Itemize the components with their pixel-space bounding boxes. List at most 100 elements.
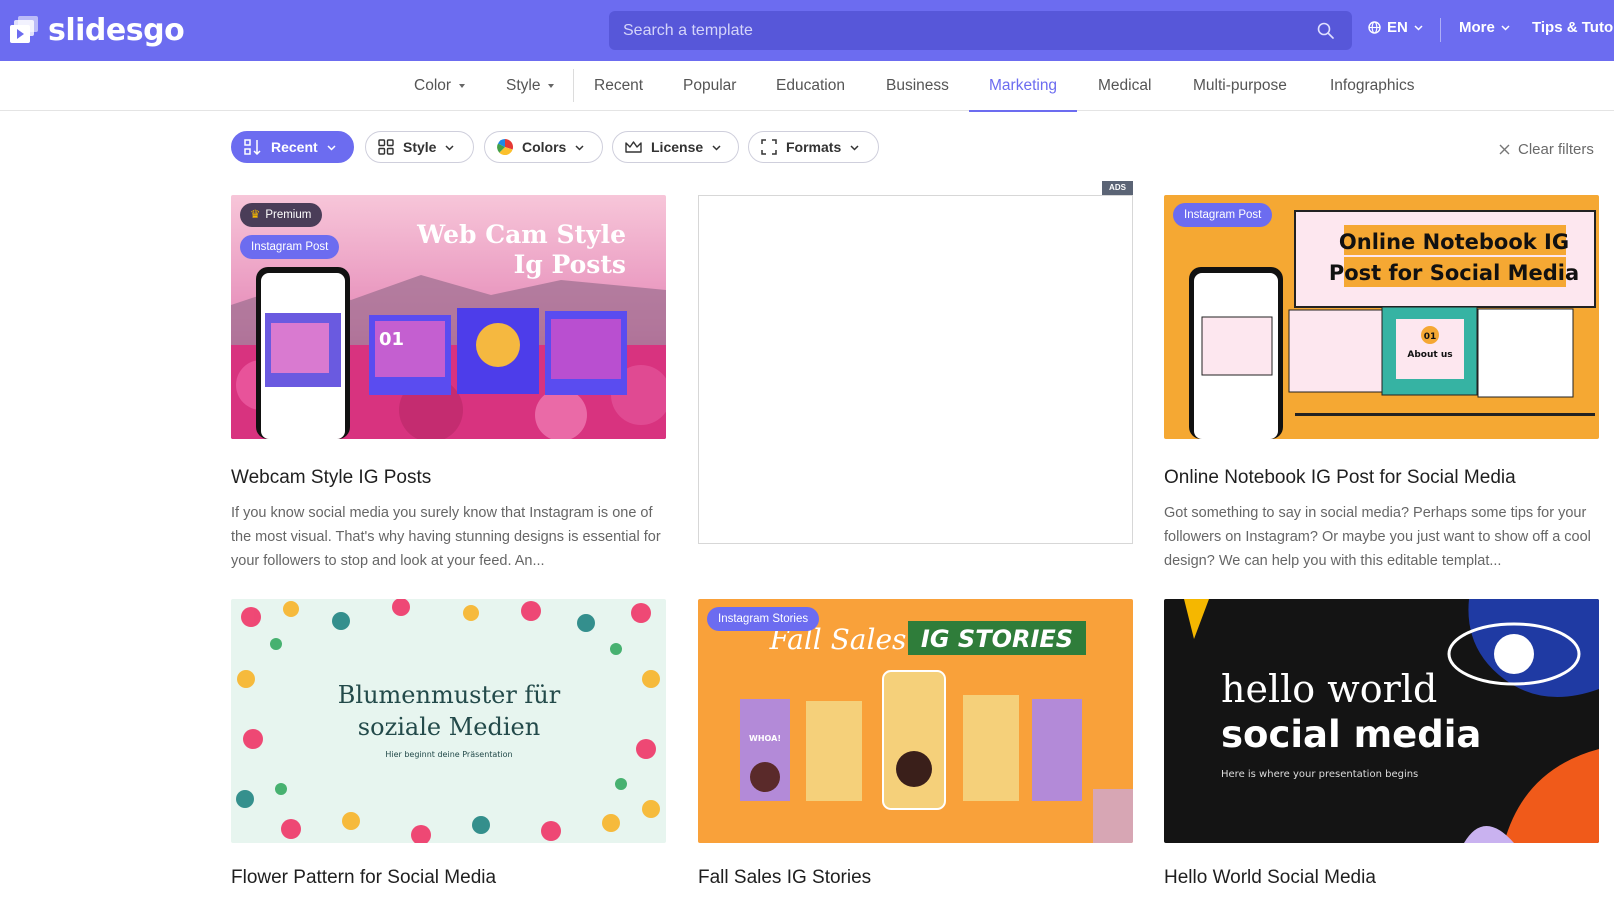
ad-slot[interactable] (698, 195, 1133, 544)
flower-pattern-preview: Blumenmuster für soziale Medien Hier beg… (231, 599, 666, 843)
template-thumbnail[interactable]: Fall Sales IG STORIES WHOA! Instagram St… (698, 599, 1133, 843)
chevron-down-icon (327, 144, 336, 151)
grid-icon (378, 139, 394, 155)
slidesgo-logo-icon (10, 16, 38, 43)
template-card[interactable]: hello world social media Here is where y… (1164, 599, 1599, 899)
sort-filter-button[interactable]: Recent (231, 131, 354, 163)
colors-filter-label: Colors (522, 139, 567, 155)
top-bar: slidesgo EN More Tips & Tuto (0, 0, 1614, 61)
color-wheel-icon (497, 139, 513, 155)
hello-world-preview: hello world social media Here is where y… (1164, 599, 1599, 843)
category-marketing[interactable]: Marketing (968, 61, 1078, 112)
template-thumbnail[interactable]: 01 Web Cam Style Ig Posts ♛ Premium Insta… (231, 195, 666, 439)
category-education[interactable]: Education (776, 61, 845, 111)
category-color[interactable]: Color (414, 61, 466, 111)
template-card[interactable]: Online Notebook IG Post for Social Media… (1164, 195, 1599, 569)
category-multi-purpose[interactable]: Multi-purpose (1193, 61, 1287, 111)
fall-sales-preview: Fall Sales IG STORIES WHOA! (698, 599, 1133, 843)
close-icon (1499, 144, 1510, 155)
style-filter-label: Style (403, 139, 437, 155)
thumb-title-line2: soziale Medien (358, 713, 540, 741)
clear-filters-label: Clear filters (1518, 141, 1594, 158)
category-label: Color (414, 77, 452, 94)
chevron-down-icon (445, 144, 454, 151)
type-badge: Instagram Post (240, 235, 340, 259)
thumb-about: About us (1407, 350, 1452, 360)
category-nav: Color Style Recent Popular Education Bus… (0, 61, 1614, 112)
thumb-title-line1: Blumenmuster für (338, 681, 561, 709)
category-medical[interactable]: Medical (1098, 61, 1151, 111)
category-divider (573, 69, 574, 102)
type-badge: Instagram Post (1173, 203, 1273, 227)
brand-logo[interactable]: slidesgo (8, 12, 185, 48)
search-bar (609, 11, 1352, 50)
thumb-title-line1: hello world (1221, 667, 1437, 711)
premium-badge-label: Premium (265, 209, 312, 221)
webcam-style-preview: 01 Web Cam Style Ig Posts (231, 195, 666, 439)
thumb-title-line1: Online Notebook IG (1339, 230, 1569, 254)
chevron-down-icon (712, 144, 721, 151)
thumb-title-line1: Web Cam Style (416, 220, 626, 249)
category-recent[interactable]: Recent (594, 61, 643, 111)
card-title[interactable]: Fall Sales IG Stories (698, 867, 871, 889)
thumb-subtitle: Here is where your presentation begins (1221, 769, 1418, 780)
thumb-number: 01 (379, 329, 404, 350)
brand-name: slidesgo (48, 12, 185, 48)
template-card[interactable]: Fall Sales IG STORIES WHOA! Instagram St… (698, 599, 1133, 899)
ads-label: ADS (1102, 181, 1133, 195)
sort-filter-label: Recent (271, 139, 318, 155)
thumb-title-line2: Ig Posts (514, 250, 626, 279)
thumb-title-line2: social media (1221, 713, 1481, 756)
card-title[interactable]: Flower Pattern for Social Media (231, 867, 496, 889)
language-label: EN (1387, 19, 1408, 36)
template-thumbnail[interactable]: Blumenmuster für soziale Medien Hier beg… (231, 599, 666, 843)
card-description: Got something to say in social media? Pe… (1164, 505, 1591, 569)
thumb-number: 01 (1424, 332, 1437, 342)
category-label: Style (506, 77, 541, 94)
style-filter-button[interactable]: Style (365, 131, 474, 163)
category-business[interactable]: Business (886, 61, 949, 111)
license-filter-button[interactable]: License (612, 131, 739, 163)
chevron-down-icon (575, 144, 584, 151)
tips-link[interactable]: Tips & Tuto (1532, 19, 1614, 36)
caret-down-icon (548, 83, 555, 88)
chevron-down-icon (850, 144, 859, 151)
search-icon[interactable] (1317, 22, 1334, 39)
thumb-subtitle: Hier beginnt deine Präsentation (385, 750, 512, 759)
chevron-down-icon (1414, 25, 1423, 31)
card-title[interactable]: Hello World Social Media (1164, 867, 1376, 889)
caret-down-icon (459, 83, 466, 88)
online-notebook-preview: Online Notebook IG Post for Social Media… (1164, 195, 1599, 439)
license-filter-label: License (651, 139, 704, 155)
category-popular[interactable]: Popular (683, 61, 736, 111)
more-label: More (1459, 19, 1495, 36)
crown-icon: ♛ (250, 209, 261, 221)
card-title[interactable]: Webcam Style IG Posts (231, 467, 431, 489)
template-thumbnail[interactable]: Online Notebook IG Post for Social Media… (1164, 195, 1599, 439)
sort-icon (244, 139, 261, 155)
category-infographics[interactable]: Infographics (1330, 61, 1414, 111)
colors-filter-button[interactable]: Colors (484, 131, 603, 163)
formats-filter-label: Formats (786, 139, 842, 155)
formats-filter-button[interactable]: Formats (748, 131, 879, 163)
template-card[interactable]: Blumenmuster für soziale Medien Hier beg… (231, 599, 666, 899)
premium-badge: ♛ Premium (240, 203, 323, 227)
clear-filters-button[interactable]: Clear filters (1499, 141, 1594, 158)
chevron-down-icon (1501, 25, 1510, 31)
template-thumbnail[interactable]: hello world social media Here is where y… (1164, 599, 1599, 843)
card-title[interactable]: Online Notebook IG Post for Social Media (1164, 467, 1516, 489)
more-menu[interactable]: More (1459, 19, 1510, 36)
thumb-title-line2: Post for Social Media (1329, 261, 1579, 285)
top-divider (1440, 18, 1441, 42)
crown-icon (625, 141, 642, 153)
category-style[interactable]: Style (506, 61, 555, 111)
frame-icon (761, 139, 777, 155)
search-input[interactable] (623, 11, 1303, 50)
language-selector[interactable]: EN (1368, 19, 1423, 36)
card-description: If you know social media you surely know… (231, 505, 661, 569)
thumb-badge-text: WHOA! (749, 734, 781, 743)
globe-icon (1368, 21, 1381, 34)
type-badge: Instagram Stories (707, 607, 820, 631)
thumb-title-line2: IG STORIES (921, 625, 1073, 653)
template-card[interactable]: 01 Web Cam Style Ig Posts ♛ Premium Insta… (231, 195, 666, 569)
